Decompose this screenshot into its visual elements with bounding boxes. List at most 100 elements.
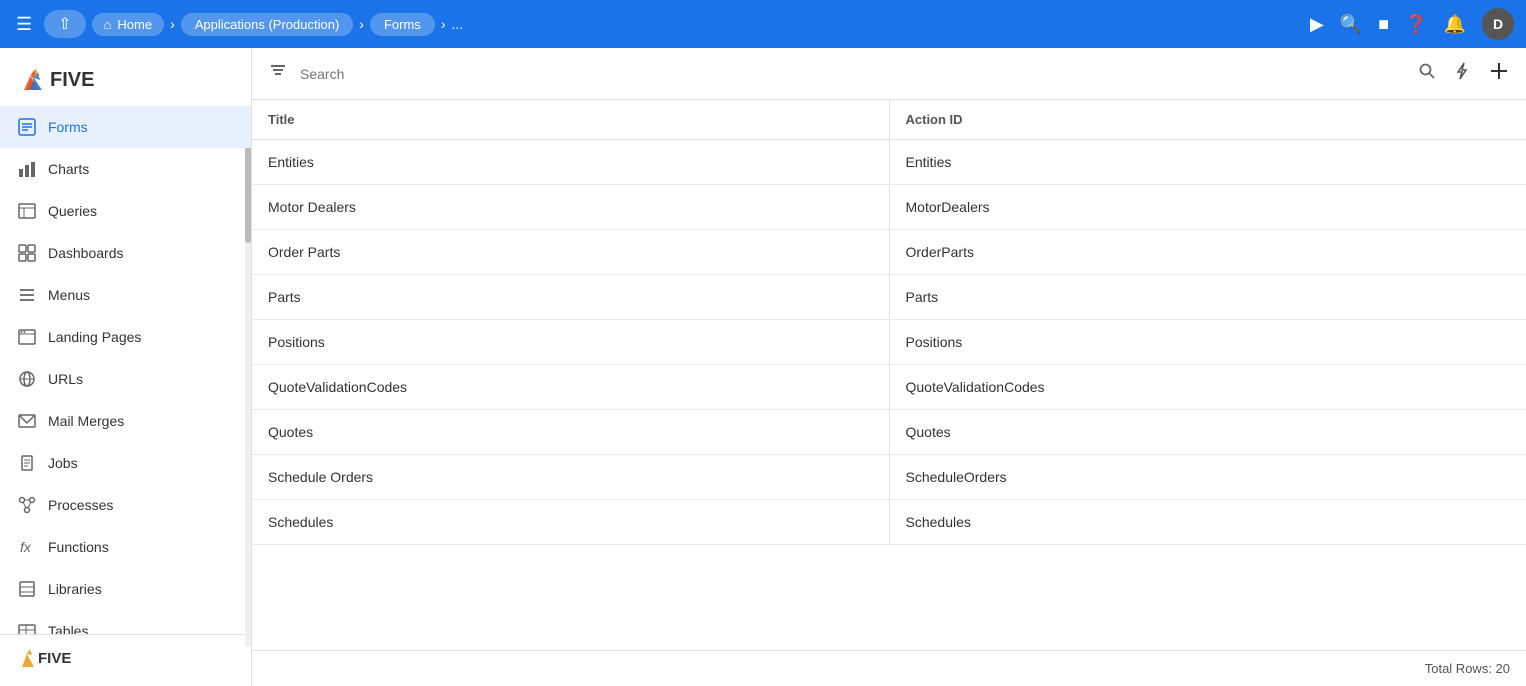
- search-nav-icon[interactable]: 🔍: [1340, 14, 1362, 35]
- breadcrumb-chevron-3: ›: [441, 16, 446, 32]
- app-label: Applications (Production): [195, 17, 340, 32]
- content-toolbar: [252, 48, 1526, 100]
- upload-button[interactable]: ⇧: [44, 10, 85, 38]
- table-row[interactable]: Motor DealersMotorDealers: [252, 185, 1526, 230]
- sidebar-item-queries[interactable]: Queries: [0, 190, 251, 232]
- hamburger-icon[interactable]: ☰: [12, 10, 36, 39]
- table-footer: Total Rows: 20: [252, 650, 1526, 686]
- sidebar-libraries-label: Libraries: [48, 581, 102, 597]
- svg-text:FIVE: FIVE: [38, 650, 71, 667]
- breadcrumb-chevron-1: ›: [170, 16, 175, 32]
- sidebar-item-processes[interactable]: Processes: [0, 484, 251, 526]
- search-icon: [1418, 62, 1436, 80]
- sidebar-item-functions[interactable]: fx Functions: [0, 526, 251, 568]
- table-wrapper[interactable]: Title Action ID EntitiesEntitiesMotor De…: [252, 100, 1526, 650]
- table-row[interactable]: Order PartsOrderParts: [252, 230, 1526, 275]
- filter-icon: [268, 61, 288, 81]
- sidebar-item-forms[interactable]: Forms: [0, 106, 251, 148]
- sidebar-item-mail-merges[interactable]: Mail Merges: [0, 400, 251, 442]
- table-container: Title Action ID EntitiesEntitiesMotor De…: [252, 100, 1526, 650]
- sidebar-mail-merges-label: Mail Merges: [48, 413, 124, 429]
- breadcrumb: ⇧ ⌂ Home › Applications (Production) › F…: [44, 10, 1302, 38]
- help-icon[interactable]: ❓: [1405, 14, 1427, 35]
- cell-action-id: MotorDealers: [890, 185, 1526, 230]
- sidebar-item-menus[interactable]: Menus: [0, 274, 251, 316]
- sidebar-functions-label: Functions: [48, 539, 109, 555]
- search-input[interactable]: [300, 57, 1406, 91]
- search-button[interactable]: [1414, 58, 1440, 89]
- sidebar-five-logo-small: FIVE: [16, 645, 86, 671]
- charts-icon: [16, 158, 38, 180]
- sidebar-charts-label: Charts: [48, 161, 89, 177]
- sidebar-item-charts[interactable]: Charts: [0, 148, 251, 190]
- top-nav: ☰ ⇧ ⌂ Home › Applications (Production) ›…: [0, 0, 1526, 48]
- sidebar-forms-label: Forms: [48, 119, 88, 135]
- table-row[interactable]: EntitiesEntities: [252, 140, 1526, 185]
- table-row[interactable]: QuoteValidationCodesQuoteValidationCodes: [252, 365, 1526, 410]
- sidebar-item-libraries[interactable]: Libraries: [0, 568, 251, 610]
- mail-merges-icon: [16, 410, 38, 432]
- cell-action-id: QuoteValidationCodes: [890, 365, 1526, 410]
- dashboards-icon: [16, 242, 38, 264]
- sidebar: FIVE Forms: [0, 48, 252, 686]
- notifications-icon[interactable]: 🔔: [1444, 14, 1466, 35]
- cell-title: Parts: [252, 275, 889, 320]
- table-row[interactable]: QuotesQuotes: [252, 410, 1526, 455]
- cell-title: Order Parts: [252, 230, 889, 275]
- add-icon: [1488, 60, 1510, 82]
- svg-text:fx: fx: [20, 539, 32, 555]
- home-icon: ⌂: [104, 17, 112, 32]
- app-breadcrumb-button[interactable]: Applications (Production): [181, 13, 354, 36]
- home-label: Home: [117, 17, 152, 32]
- lightning-button[interactable]: [1448, 57, 1476, 90]
- functions-icon: fx: [16, 536, 38, 558]
- cell-action-id: Entities: [890, 140, 1526, 185]
- landing-pages-icon: [16, 326, 38, 348]
- tables-icon: [16, 620, 38, 634]
- cell-title: Quotes: [252, 410, 889, 455]
- cell-title: Schedule Orders: [252, 455, 889, 500]
- sidebar-dashboards-label: Dashboards: [48, 245, 124, 261]
- sidebar-item-urls[interactable]: URLs: [0, 358, 251, 400]
- table-row[interactable]: PartsParts: [252, 275, 1526, 320]
- libraries-icon: [16, 578, 38, 600]
- breadcrumb-dots[interactable]: ...: [451, 16, 463, 32]
- cell-action-id: Parts: [890, 275, 1526, 320]
- cell-title: Motor Dealers: [252, 185, 889, 230]
- sidebar-item-landing-pages[interactable]: Landing Pages: [0, 316, 251, 358]
- nav-right-actions: ▶ 🔍 ■ ❓ 🔔 D: [1310, 8, 1514, 40]
- cell-title: QuoteValidationCodes: [252, 365, 889, 410]
- sidebar-nav: Forms Charts: [0, 106, 251, 634]
- table-row[interactable]: Schedule OrdersScheduleOrders: [252, 455, 1526, 500]
- table-row[interactable]: SchedulesSchedules: [252, 500, 1526, 545]
- lightning-icon: [1452, 61, 1472, 81]
- sidebar-item-tables[interactable]: Tables: [0, 610, 251, 634]
- cell-title: Positions: [252, 320, 889, 365]
- cell-title: Schedules: [252, 500, 889, 545]
- sidebar-urls-label: URLs: [48, 371, 83, 387]
- user-avatar[interactable]: D: [1482, 8, 1514, 40]
- home-button[interactable]: ⌂ Home: [92, 13, 165, 36]
- processes-icon: [16, 494, 38, 516]
- forms-breadcrumb-button[interactable]: Forms: [370, 13, 435, 36]
- play-icon[interactable]: ▶: [1310, 14, 1324, 35]
- filter-button[interactable]: [264, 57, 292, 90]
- cell-action-id: OrderParts: [890, 230, 1526, 275]
- table-row[interactable]: PositionsPositions: [252, 320, 1526, 365]
- main-layout: FIVE Forms: [0, 48, 1526, 686]
- col-title-header: Title: [252, 100, 889, 140]
- add-button[interactable]: [1484, 56, 1514, 92]
- svg-text:FIVE: FIVE: [50, 69, 94, 91]
- sidebar-tables-label: Tables: [48, 623, 88, 634]
- sidebar-item-dashboards[interactable]: Dashboards: [0, 232, 251, 274]
- cell-action-id: ScheduleOrders: [890, 455, 1526, 500]
- sidebar-logo: FIVE: [0, 48, 251, 106]
- sidebar-queries-label: Queries: [48, 203, 97, 219]
- sidebar-item-jobs[interactable]: Jobs: [0, 442, 251, 484]
- cell-action-id: Quotes: [890, 410, 1526, 455]
- total-rows-label: Total Rows: 20: [1425, 661, 1510, 676]
- sidebar-processes-label: Processes: [48, 497, 113, 513]
- stop-icon[interactable]: ■: [1378, 14, 1389, 35]
- sidebar-jobs-label: Jobs: [48, 455, 78, 471]
- five-logo: FIVE: [16, 62, 106, 96]
